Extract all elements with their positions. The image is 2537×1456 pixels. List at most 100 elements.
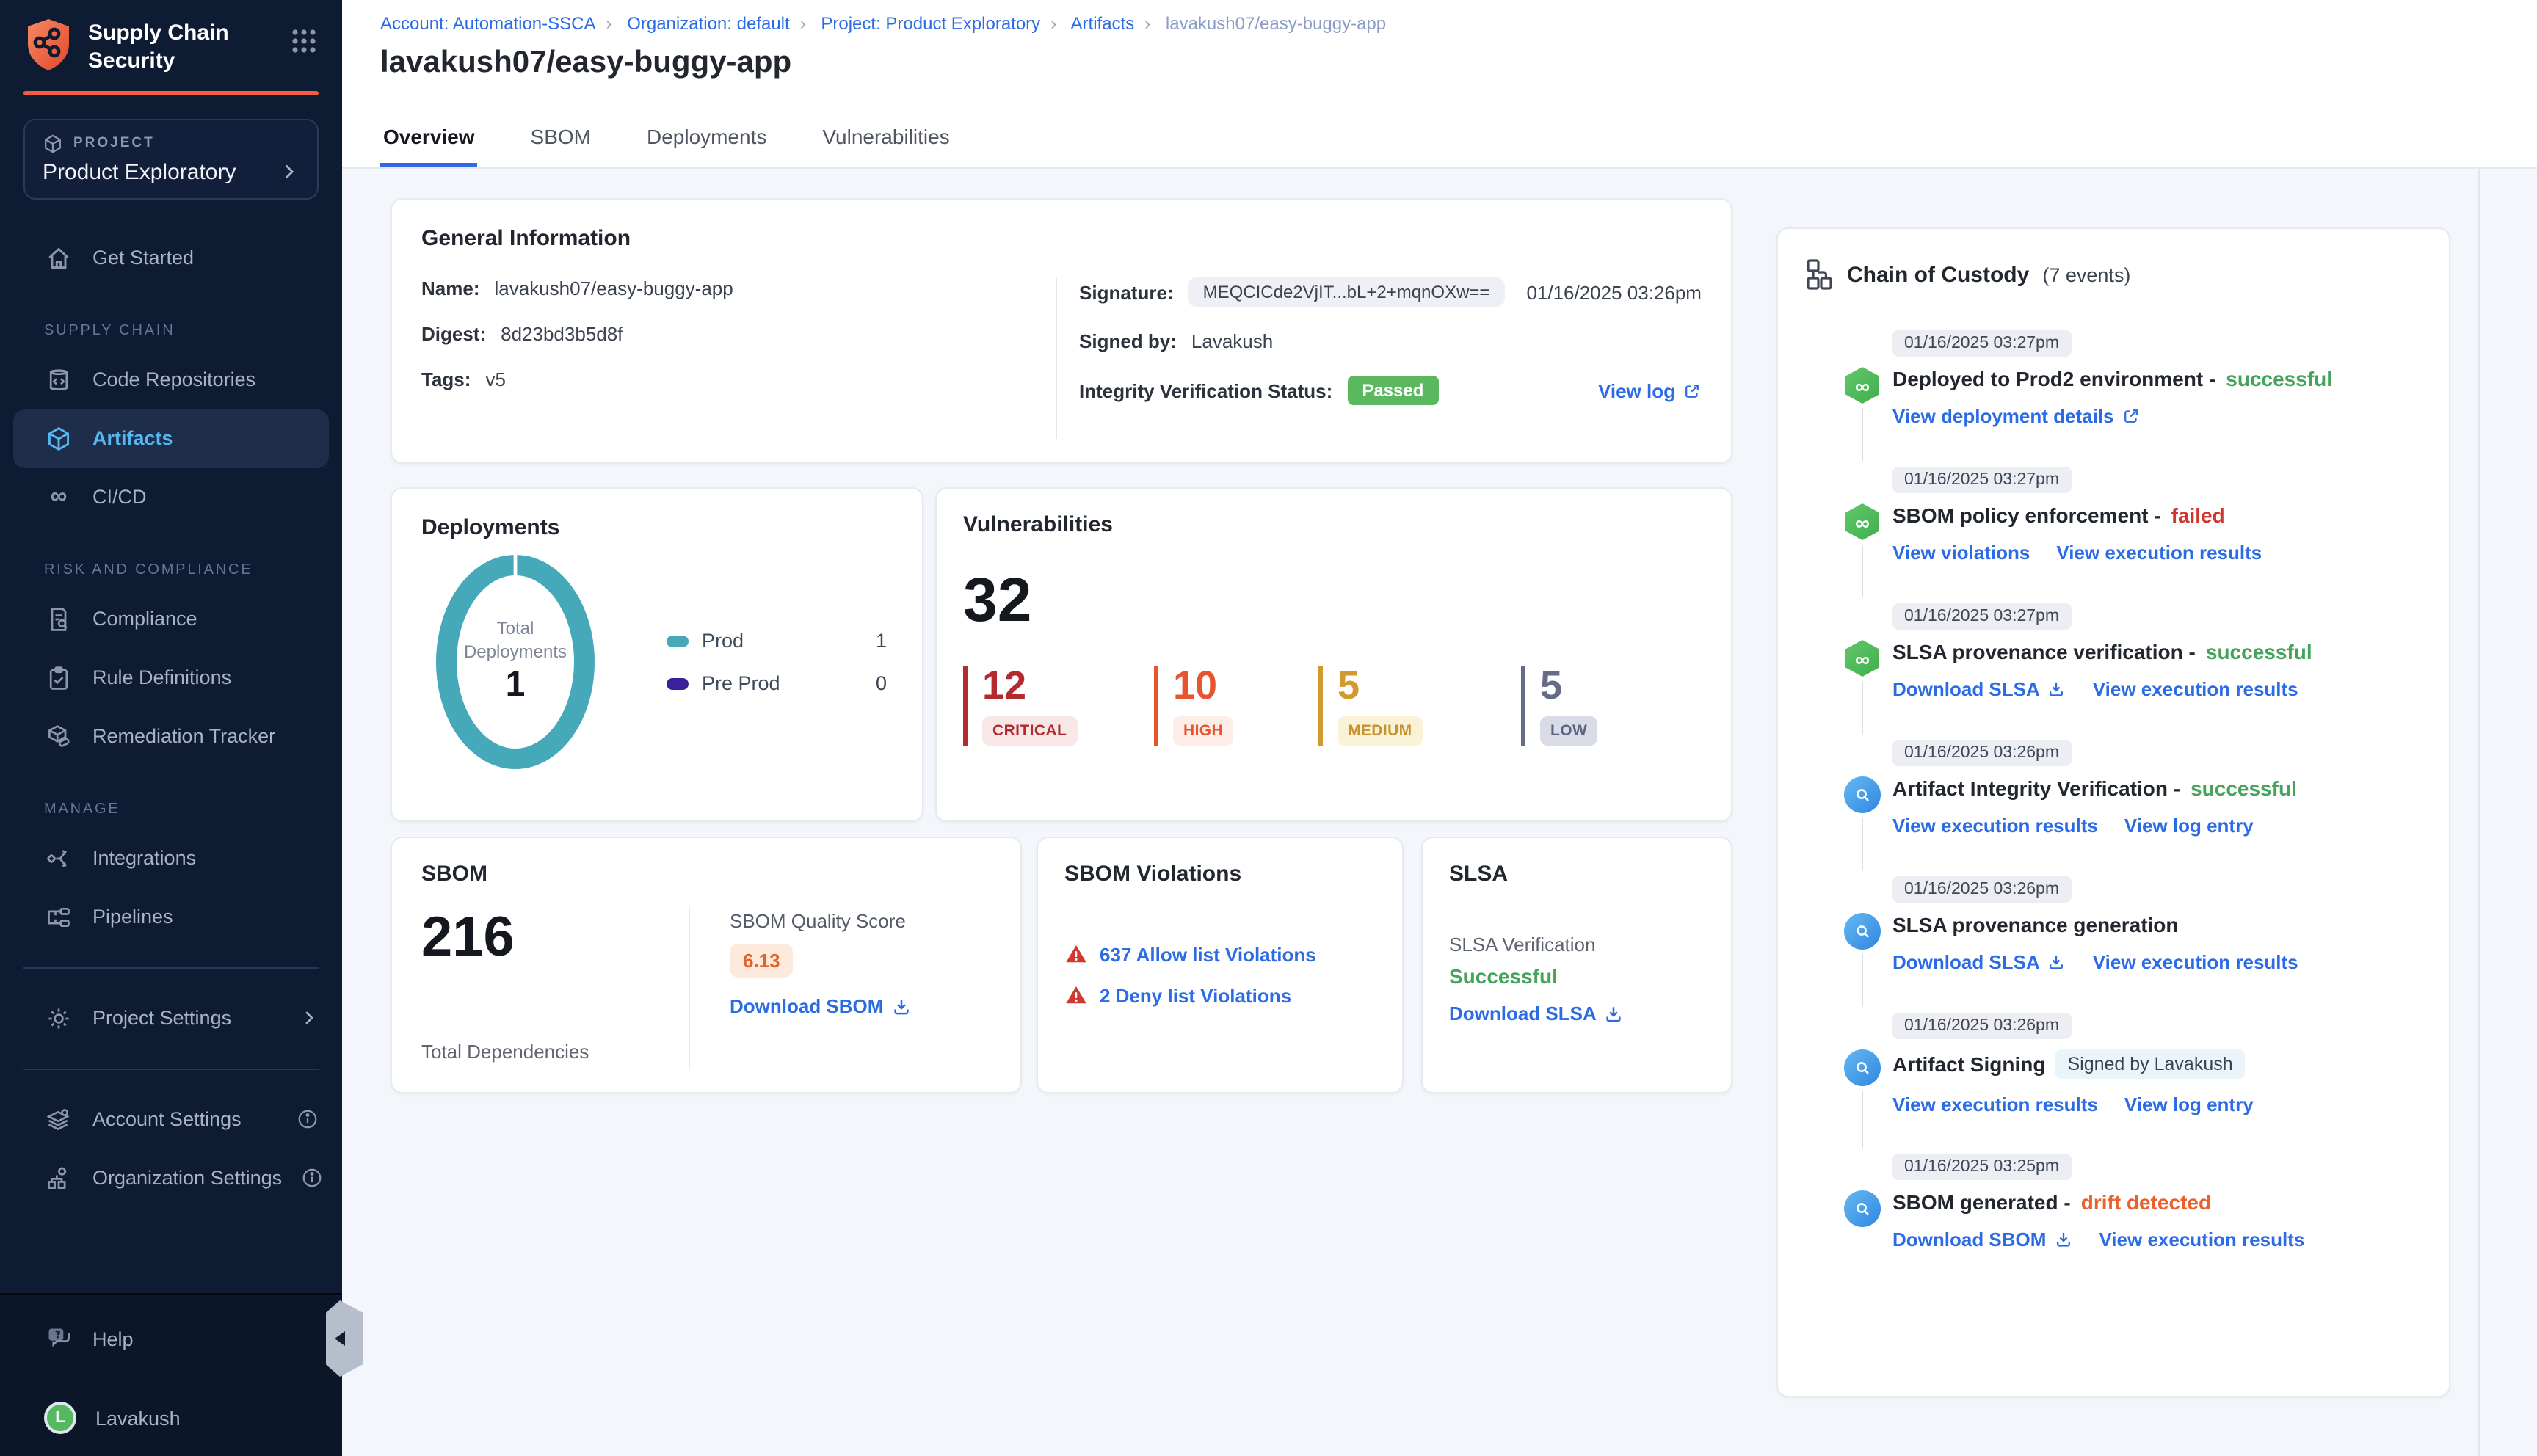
view-deployment-details-link[interactable]: View deployment details: [1892, 405, 2141, 427]
tab-vulnerabilities[interactable]: Vulnerabilities: [819, 113, 952, 167]
sidebar-item-help[interactable]: Help: [0, 1309, 342, 1368]
sidebar-item-label: Integrations: [92, 847, 197, 869]
download-slsa-link[interactable]: Download SLSA: [1892, 678, 2066, 700]
layers-gear-icon: [44, 1106, 73, 1132]
sidebar-item-label: Artifacts: [92, 427, 173, 449]
collapse-arrow-icon: [335, 1331, 345, 1346]
view-execution-results-link[interactable]: View execution results: [1892, 1093, 2098, 1115]
view-execution-results-link[interactable]: View execution results: [2056, 542, 2262, 564]
view-violations-link[interactable]: View violations: [1892, 542, 2030, 564]
tab-overview[interactable]: Overview: [380, 113, 478, 167]
timeline-event: ∞ 01/16/2025 03:27pm SLSA provenance ver…: [1804, 602, 2422, 734]
digest-label: Digest:: [421, 323, 487, 345]
sidebar-item-account-settings[interactable]: Account Settings: [0, 1090, 342, 1149]
legend-item-prod: Prod 1: [667, 630, 887, 652]
event-title: SBOM generated -: [1892, 1190, 2071, 1214]
download-slsa-link[interactable]: Download SLSA: [1449, 1002, 1625, 1024]
module-grid-icon[interactable]: [289, 18, 322, 56]
view-log-entry-link[interactable]: View log entry: [2124, 815, 2254, 837]
sidebar-item-pipelines[interactable]: Pipelines: [0, 887, 342, 946]
breadcrumb-separator: ›: [1050, 13, 1057, 34]
sidebar-item-artifacts[interactable]: Artifacts: [13, 409, 329, 467]
deployments-card: Deployments Total Deployments 1 Prod 1 P…: [391, 487, 923, 822]
card-title: SBOM: [421, 862, 487, 887]
code-repository-icon: [44, 366, 73, 393]
download-sbom-link[interactable]: Download SBOM: [730, 995, 911, 1017]
sidebar-item-organization-settings[interactable]: Organization Settings: [0, 1149, 342, 1207]
sidebar-item-remediation-tracker[interactable]: Remediation Tracker: [0, 707, 342, 765]
sidebar-item-rule-definitions[interactable]: Rule Definitions: [0, 648, 342, 707]
sidebar-item-cicd[interactable]: ∞ CI/CD: [0, 467, 342, 526]
sidebar-item-get-started[interactable]: Get Started: [0, 228, 342, 287]
view-execution-results-link[interactable]: View execution results: [2093, 951, 2298, 973]
supply-chain-security-logo-icon: [23, 18, 73, 73]
view-log-entry-link[interactable]: View log entry: [2124, 1093, 2254, 1115]
deployments-donut-chart: Total Deployments 1: [430, 552, 600, 772]
download-slsa-link[interactable]: Download SLSA: [1892, 951, 2066, 973]
sidebar-item-integrations[interactable]: Integrations: [0, 829, 342, 887]
app: Supply Chain Security PROJECT Product Ex…: [0, 0, 2537, 1456]
breadcrumb-organization[interactable]: Organization: default: [627, 13, 790, 34]
brand-accent-divider: [23, 90, 319, 95]
pipeline-event-icon: ∞: [1845, 367, 1879, 404]
sidebar-item-label: Rule Definitions: [92, 666, 232, 688]
sidebar-item-user[interactable]: L Lavakush: [0, 1388, 342, 1447]
card-title: General Information: [421, 226, 631, 251]
event-status: successful: [2226, 367, 2333, 390]
view-execution-results-link[interactable]: View execution results: [2099, 1228, 2304, 1251]
project-selector[interactable]: PROJECT Product Exploratory: [23, 118, 319, 199]
sidebar: Supply Chain Security PROJECT Product Ex…: [0, 0, 363, 1456]
slsa-verification-status: Successful: [1449, 964, 1558, 988]
severity-low: 5 LOW: [1521, 666, 1638, 746]
deny-list-violations-link[interactable]: 2 Deny list Violations: [1100, 984, 1291, 1006]
event-timestamp: 01/16/2025 03:27pm: [1892, 467, 2072, 493]
view-execution-results-link[interactable]: View execution results: [1892, 815, 2098, 837]
signed-by-badge: Signed by Lavakush: [2055, 1049, 2245, 1079]
event-title: SLSA provenance generation: [1892, 913, 2179, 936]
integrity-status-label: Integrity Verification Status:: [1079, 379, 1333, 401]
integrations-icon: [44, 845, 73, 871]
legend-label: Prod: [702, 630, 744, 652]
help-chat-icon: [44, 1325, 73, 1352]
breadcrumb-separator: ›: [606, 13, 612, 34]
sidebar-item-compliance[interactable]: Compliance: [0, 589, 342, 648]
view-log-label: View log: [1598, 379, 1675, 401]
sidebar-item-label: Pipelines: [92, 906, 173, 928]
download-sbom-link[interactable]: Download SBOM: [1892, 1228, 2072, 1251]
download-icon: [2047, 680, 2066, 699]
section-risk-compliance: RISK AND COMPLIANCE: [44, 561, 253, 578]
event-timestamp: 01/16/2025 03:27pm: [1892, 330, 2072, 357]
breadcrumb-current: lavakush07/easy-buggy-app: [1165, 13, 1387, 34]
event-timestamp: 01/16/2025 03:26pm: [1892, 876, 2072, 903]
legend-label: Pre Prod: [702, 672, 780, 694]
project-cube-icon: [43, 133, 63, 153]
events-count: (7 events): [2042, 263, 2131, 285]
allow-list-violations-link[interactable]: 637 Allow list Violations: [1100, 943, 1316, 965]
user-name: Lavakush: [95, 1407, 181, 1429]
tab-deployments[interactable]: Deployments: [644, 113, 769, 167]
sidebar-item-code-repositories[interactable]: Code Repositories: [0, 350, 342, 409]
signature-value[interactable]: MEQCICde2VjIT...bL+2+mqnOXw==: [1188, 277, 1505, 307]
breadcrumb-artifacts[interactable]: Artifacts: [1071, 13, 1135, 34]
tab-sbom[interactable]: SBOM: [528, 113, 594, 167]
pipelines-icon: [44, 903, 73, 930]
sidebar-item-label: Organization Settings: [92, 1167, 283, 1189]
breadcrumb-project[interactable]: Project: Product Exploratory: [821, 13, 1040, 34]
view-execution-results-link[interactable]: View execution results: [2093, 678, 2298, 700]
pipeline-event-icon: ∞: [1845, 503, 1879, 540]
sidebar-item-label: Project Settings: [92, 1007, 232, 1029]
severity-critical: 12 CRITICAL: [963, 666, 1125, 746]
sbom-card: SBOM 216 Total Dependencies SBOM Quality…: [391, 837, 1022, 1093]
sidebar-item-label: Get Started: [92, 247, 195, 269]
home-icon: [44, 244, 73, 271]
sidebar-collapse-handle[interactable]: [326, 1300, 363, 1377]
breadcrumb-account[interactable]: Account: Automation-SSCA: [380, 13, 596, 34]
sidebar-item-project-settings[interactable]: Project Settings: [0, 989, 342, 1047]
card-title: SBOM Violations: [1064, 862, 1242, 887]
info-icon[interactable]: [301, 1167, 323, 1189]
download-slsa-label: Download SLSA: [1449, 1002, 1597, 1024]
download-sbom-label: Download SBOM: [730, 995, 884, 1017]
info-icon[interactable]: [297, 1108, 319, 1130]
scan-event-icon: [1844, 913, 1881, 950]
view-log-link[interactable]: View log: [1598, 379, 1702, 401]
